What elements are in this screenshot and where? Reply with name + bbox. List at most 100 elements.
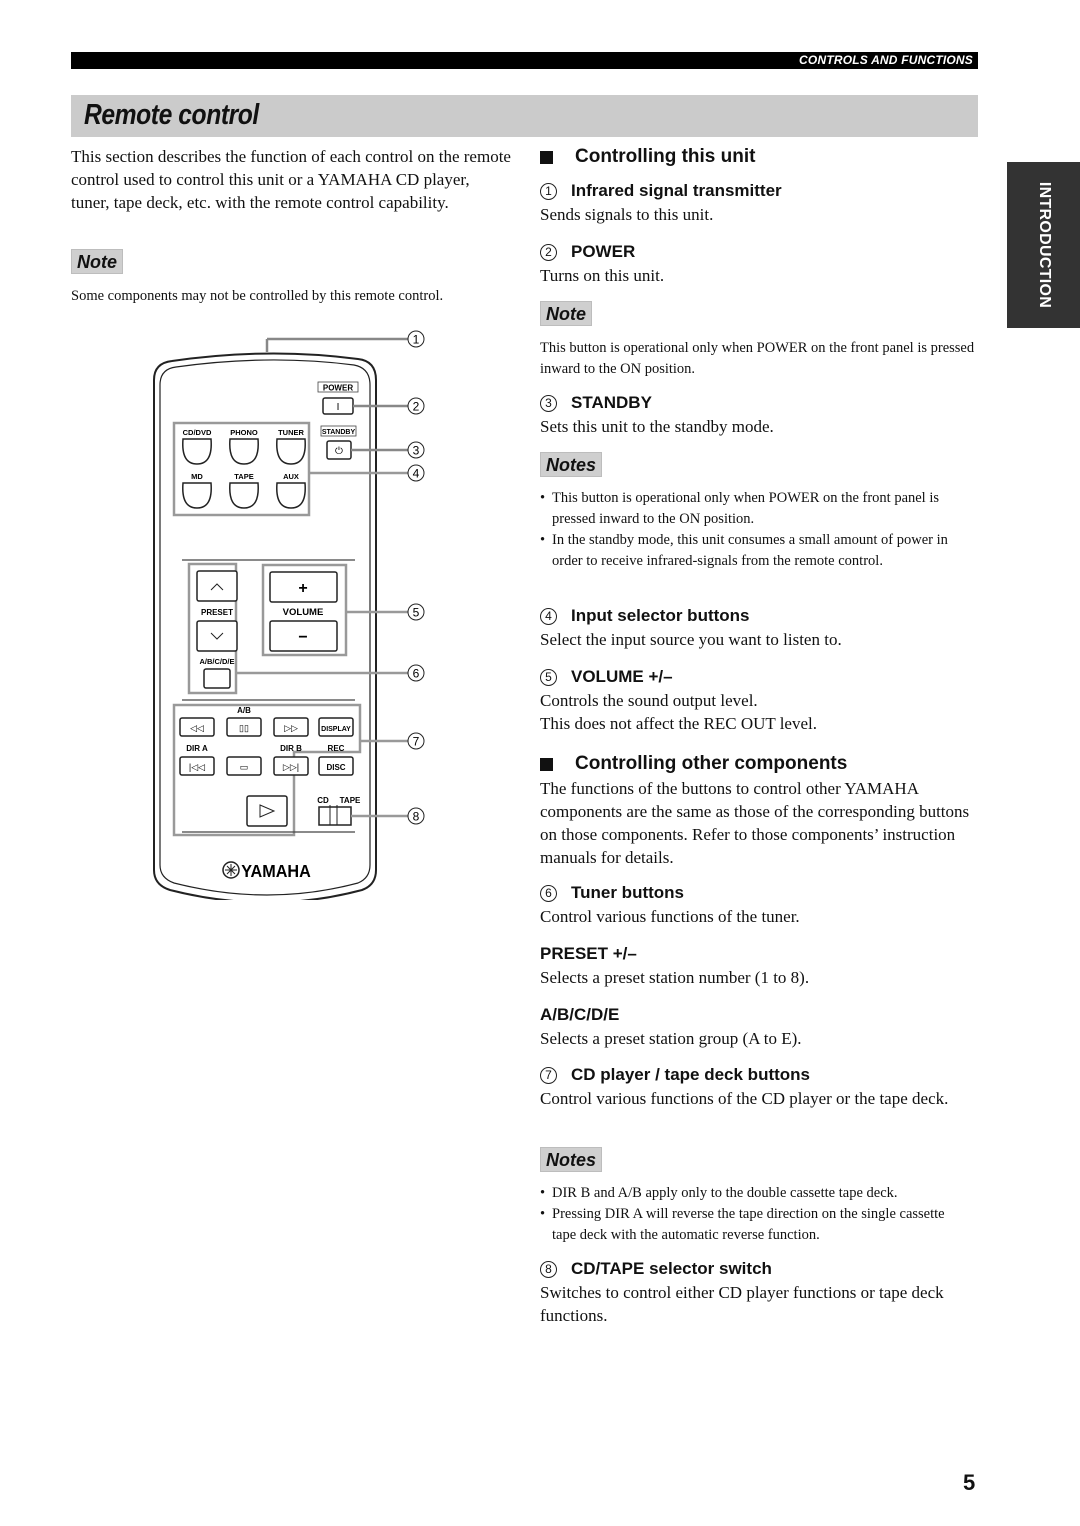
list-item: DIR B and A/B apply only to the double c…	[540, 1183, 965, 1204]
item-desc: Control various functions of the CD play…	[540, 1089, 949, 1108]
item-abcde: A/B/C/D/E Selects a preset station group…	[540, 1005, 980, 1050]
brand-logo: YAMAHA	[241, 861, 311, 881]
cd-tape-switch	[318, 806, 352, 826]
intro-note-text: Some components may not be controlled by…	[71, 288, 444, 304]
cd-label: CD	[317, 796, 329, 805]
input-label-md: MD	[191, 472, 203, 481]
cd-row2-label: DIR A	[186, 744, 208, 753]
callout-number-icon: 1	[540, 182, 557, 200]
svg-text:I: I	[337, 402, 340, 413]
preset-down-button	[196, 620, 238, 652]
other-components-text: The functions of the buttons to control …	[540, 779, 970, 867]
callout-number: 5	[413, 606, 420, 620]
callout-number: 7	[413, 735, 420, 749]
input-label-aux: AUX	[283, 472, 299, 481]
callout-number-icon: 5	[540, 668, 557, 686]
cd-button-glyph: |◁◁	[189, 762, 205, 772]
cd-button-glyph: DISPLAY	[321, 726, 351, 733]
cd-button-glyph: ▯▯	[239, 723, 249, 733]
input-button-aux[interactable]	[276, 482, 306, 509]
input-label-phono: PHONO	[230, 428, 258, 437]
svg-text:−: −	[298, 629, 307, 646]
note-label: Note	[540, 301, 592, 326]
item-desc: Selects a preset station number (1 to 8)…	[540, 968, 810, 987]
callout-number-icon: 7	[540, 1066, 557, 1084]
input-label-tape: TAPE	[234, 472, 253, 481]
page-number: 5	[963, 1470, 976, 1495]
input-button-phono[interactable]	[229, 438, 259, 465]
input-button-tuner[interactable]	[276, 438, 306, 465]
abcde-button	[203, 668, 231, 689]
callout-number: 2	[413, 400, 420, 414]
item-volume: 5 VOLUME +/– Controls the sound output le…	[540, 667, 980, 735]
item-input-selector: 4 Input selector buttons Select the input…	[540, 606, 980, 651]
tape-label: TAPE	[340, 796, 361, 805]
input-button-md[interactable]	[182, 482, 212, 509]
cd-notes-block: Notes	[540, 1147, 603, 1172]
cd-button-glyph: ◁◁	[190, 723, 204, 733]
intro-note-block: Note	[71, 249, 123, 274]
input-button-tape[interactable]	[229, 482, 259, 509]
item-infrared: 1 Infrared signal transmitter Sends signa…	[540, 181, 980, 226]
cd-notes-list: DIR B and A/B apply only to the double c…	[540, 1183, 965, 1246]
item-desc: Sends signals to this unit.	[540, 205, 714, 224]
intro-text: This section describes the function of e…	[71, 147, 511, 212]
cd-row2-label: DIR B	[280, 744, 302, 753]
item-desc: Turns on this unit.	[540, 266, 665, 285]
callout-number-icon: 3	[540, 394, 557, 412]
section-heading-this-unit: Controlling this unit	[540, 144, 980, 170]
svg-text:⏻: ⏻	[335, 446, 343, 457]
callout-number: 1	[413, 333, 420, 347]
svg-text:+: +	[298, 580, 307, 597]
cd-button-glyph: DISC	[326, 763, 345, 772]
input-button-cd-dvd[interactable]	[182, 438, 212, 465]
callout-number-icon: 6	[540, 884, 557, 902]
item-preset: PRESET +/– Selects a preset station numb…	[540, 944, 980, 989]
ab-label: A/B	[237, 706, 251, 715]
preset-up-button	[196, 570, 238, 602]
callout-number: 3	[413, 444, 420, 458]
callout-number: 6	[413, 667, 420, 681]
page-title: Remote control	[84, 99, 259, 131]
power-label: POWER	[323, 384, 353, 393]
power-note-text: This button is operational only when POW…	[540, 340, 975, 377]
preset-label: PRESET	[201, 608, 233, 617]
input-label-cd-dvd: CD/DVD	[183, 428, 212, 437]
callout-number-icon: 8	[540, 1260, 557, 1278]
item-desc: This does not affect the REC OUT level.	[540, 714, 817, 733]
callout-number-icon: 2	[540, 243, 557, 261]
volume-label: VOLUME	[283, 607, 324, 618]
power-note-block: Note	[540, 301, 592, 326]
play-button	[246, 795, 288, 827]
list-item: This button is operational only when POW…	[540, 488, 960, 530]
item-desc: Select the input source you want to list…	[540, 630, 842, 649]
right-column: Controlling this unit	[540, 144, 980, 170]
cd-row2-label: REC	[328, 744, 345, 753]
callout-number: 8	[413, 810, 420, 824]
item-desc: Controls the sound output level.	[540, 691, 758, 710]
item-desc: Sets this unit to the standby mode.	[540, 417, 774, 436]
callout-number-icon: 4	[540, 607, 557, 625]
input-label-tuner: TUNER	[278, 428, 304, 437]
square-bullet-icon	[540, 150, 553, 164]
section-header-bar: CONTROLS AND FUNCTIONS	[71, 52, 978, 69]
abcde-label: A/B/C/D/E	[199, 657, 234, 666]
item-cd-tape-switch: 8 CD/TAPE selector switch Switches to con…	[540, 1259, 970, 1327]
callout-number: 4	[413, 467, 420, 481]
item-power: 2 POWER Turns on this unit.	[540, 242, 980, 287]
list-item: In the standby mode, this unit consumes …	[540, 530, 960, 572]
square-bullet-icon	[540, 757, 553, 771]
section-header-label: CONTROLS AND FUNCTIONS	[799, 53, 973, 67]
item-desc: Switches to control either CD player fun…	[540, 1283, 944, 1325]
cd-button-glyph: ▷▷|	[283, 762, 299, 772]
item-cd-tape-buttons: 7 CD player / tape deck buttons Control v…	[540, 1065, 970, 1110]
cd-button-glyph: ▷▷	[284, 723, 298, 733]
cd-button-glyph: ▭	[240, 762, 249, 772]
standby-notes-list: This button is operational only when POW…	[540, 488, 960, 572]
standby-label: STANDBY	[322, 429, 356, 436]
remote-control-diagram: POWER I STANDBY ⏻ CD/DVD PHONO TUNER MD TAPE…	[153, 330, 425, 900]
chapter-tab[interactable]: INTRODUCTION	[1007, 162, 1080, 328]
section-heading-other: Controlling other components	[540, 751, 980, 777]
notes-label: Notes	[540, 452, 603, 477]
item-tuner: 6 Tuner buttons Control various functions…	[540, 883, 980, 928]
